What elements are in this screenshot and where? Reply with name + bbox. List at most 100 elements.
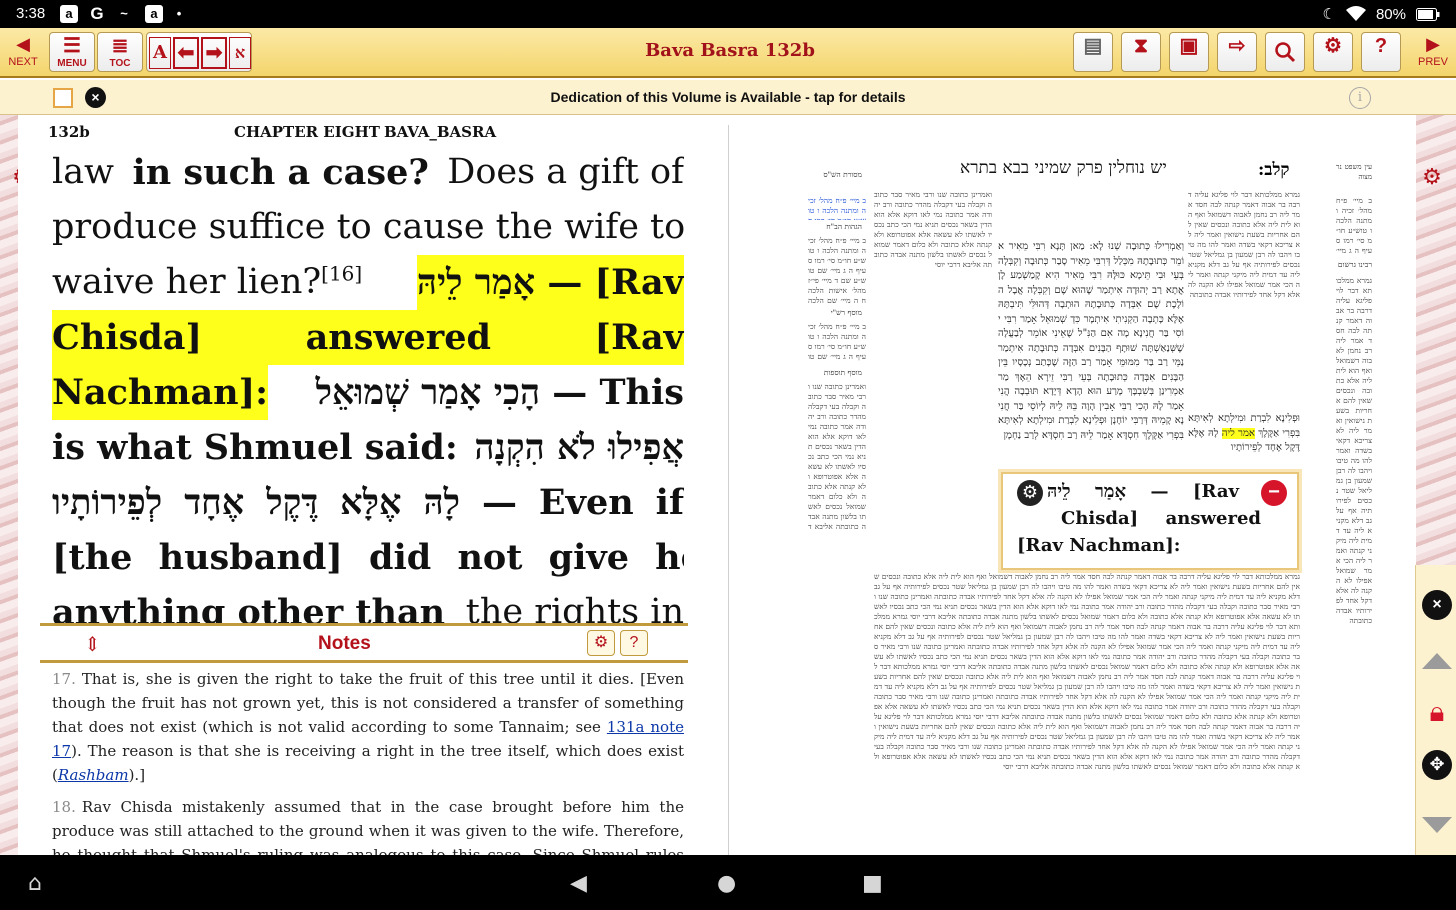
notes-panel[interactable]: 17. That is, she is given the right to ta… [52, 667, 684, 855]
resize-handle-icon[interactable]: ⇕ [84, 632, 101, 656]
dedication-close-button[interactable]: × [85, 87, 106, 108]
text-span-bold: הָכִי אָמַר שְׁמוּאֵל — This [315, 372, 684, 413]
notes-settings-button[interactable]: ⚙ [587, 630, 615, 656]
caret-left-icon: ◀ [16, 34, 30, 54]
popup-settings-button[interactable]: ⚙ [1017, 480, 1043, 506]
lock-button[interactable]: 🔒︎ [1422, 697, 1452, 727]
app-root: 3:38 a G ~ a • ☾ 80% ◀ NEXT ☰ MENU ≣ TOC… [0, 0, 1456, 910]
page-view-icon: ▤ [1083, 35, 1103, 57]
footnote-ref[interactable]: [16] [321, 261, 362, 285]
page-divider [728, 125, 729, 855]
text-line: [the husband] did not give her [52, 530, 684, 585]
info-button[interactable]: i [1349, 87, 1371, 109]
popup-close-button[interactable]: − [1261, 480, 1287, 506]
hebrew-aleph-icon[interactable]: א [229, 37, 251, 69]
move-button[interactable]: ✥ [1422, 750, 1452, 780]
dot-notification-icon: • [176, 6, 182, 21]
text-line-highlighted[interactable]: Chisda] answered [Rav [52, 310, 684, 365]
dedication-text[interactable]: Dedication of this Volume is Available -… [400, 89, 1056, 105]
menu-button[interactable]: ☰ MENU [49, 32, 95, 72]
rashbam-link[interactable]: Rashbam [58, 766, 129, 784]
briefcase-icon: ▣ [1179, 35, 1199, 57]
notes-header: ⇕ Notes ⚙ ? [40, 623, 688, 663]
right-settings-icon[interactable]: ⚙ [1420, 166, 1444, 190]
text-span-bold: אֲפִילוּ לֹא הִקְנָה [474, 427, 684, 468]
margin-column: ב מיי׳ פ״ח מהל׳ זכיה ומתנה הלכה ו טוש״ע … [1336, 196, 1372, 254]
settings-button[interactable]: ⚙ [1313, 32, 1353, 72]
rashi-column: גמרא ממלכותא דבר לוי פליגא עליה דרבה בר … [1188, 190, 1300, 299]
toc-button[interactable]: ≣ TOC [97, 32, 143, 72]
note-number: 18. [52, 798, 76, 816]
margin-text: ב מיי׳ פ״ח מהל׳ זכיה ומתנה הלכה ו טוש״ע … [808, 196, 866, 220]
tosafot-column: ואמרינן כתובה שנו ורבי מאיר סבר כתובה וק… [874, 190, 992, 269]
gear-icon: ⚙ [1021, 482, 1039, 503]
page-view-button[interactable]: ▤ [1073, 32, 1113, 72]
text-line: produce suffice to cause the wife to [52, 200, 684, 255]
recents-icon[interactable]: ■ [862, 871, 883, 896]
text-span-bold: in such a case? [132, 152, 429, 193]
popup-line: [Rav Nachman]: [1017, 535, 1181, 556]
arrow-left-icon[interactable]: ⬅ [173, 37, 199, 69]
font-a-icon[interactable]: A [149, 37, 171, 69]
lock-icon: 🔒︎ [1429, 695, 1445, 728]
system-nav-bar: ⌂ ◀ ● ■ [0, 855, 1456, 910]
rashi-bottom-block: גמרא ממלכותא דבר לוי פליגא עליה דרבה בר … [874, 572, 1300, 852]
move-arrows-icon: ✥ [1429, 754, 1445, 775]
popup-line: אָמַר לֵיהּ — [Rav [1047, 481, 1239, 502]
search-button[interactable] [1265, 32, 1305, 72]
text-line: law in such a case? Does a gift of [52, 145, 684, 200]
close-icon: × [91, 89, 100, 105]
gear-icon: ⚙ [1324, 35, 1342, 57]
margin-heading: מוסף תוספות [823, 368, 862, 377]
gemara-line: רַב בַּר מִמּוּמֵּי אָמַר רַב הַזֶּה שֶׁ… [1012, 357, 1168, 368]
home-icon[interactable]: ● [717, 871, 736, 896]
text-line: לָהּ אֶלָּא דֶּקֶל אֶחָד לְפֵירוֹתָיו — … [52, 475, 684, 530]
close-panel-button[interactable]: × [1422, 590, 1452, 620]
dedication-checkbox[interactable] [53, 88, 73, 108]
highlighted-phrase[interactable]: Nachman]: [52, 365, 269, 420]
gemara-column[interactable]: וְאַמְרִילוּ כְּתוּבָה שְׁנוּ לָא: מַאן … [998, 240, 1184, 472]
hourglass-icon: ⧗ [1133, 35, 1149, 57]
translation-text[interactable]: law in such a case? Does a gift of produ… [52, 145, 684, 623]
margin-column: ב מיי׳ פ״ח מהל׳ זכיה ומתנה הלכה ו טוש״ע … [808, 322, 866, 364]
dedication-bar[interactable]: × Dedication of this Volume is Available… [0, 80, 1456, 115]
scroll-up-button[interactable] [1422, 653, 1452, 669]
battery-icon [1416, 7, 1440, 21]
do-not-disturb-icon: ☾ [1322, 6, 1336, 23]
highlighted-phrase[interactable]: אָמַר לֵיהּ — [Rav [416, 255, 684, 310]
search-icon [1275, 42, 1296, 63]
back-icon[interactable]: ◀ [570, 871, 587, 896]
next-button[interactable]: ◀ NEXT [2, 32, 44, 74]
amazon-notification-icon: a [60, 5, 78, 23]
font-size-controls: A ⬅ ➡ א [146, 32, 252, 72]
hourglass-button[interactable]: ⧗ [1121, 32, 1161, 72]
wifi-icon [1345, 6, 1366, 21]
note-number: 17. [52, 670, 76, 688]
goto-button[interactable]: ⇨ [1217, 32, 1257, 72]
text-span: produce suffice to cause the wife to [52, 207, 684, 247]
amazon-notification-icon-2: a [145, 5, 163, 23]
text-span: law [52, 152, 115, 192]
gemara-column-continued[interactable]: וּפְלִינָא לִבְרַת וּמִילְתָא לְאִיתָּא … [1188, 412, 1300, 472]
text-span-bold: [the husband] did not give her [52, 537, 684, 578]
text-span: waive her lien?[16] [52, 255, 362, 310]
help-button[interactable]: ? [1361, 32, 1401, 72]
note-item: 18. Rav Chisda mistakenly assumed that in… [52, 795, 684, 855]
briefcase-button[interactable]: ▣ [1169, 32, 1209, 72]
caret-right-icon: ▶ [1426, 34, 1440, 54]
note-text: Rav Chisda mistakenly assumed that in th… [52, 798, 684, 855]
translation-page: 132b CHAPTER EIGHT BAVA_BASRA law in suc… [18, 115, 724, 855]
scroll-down-button[interactable] [1422, 817, 1452, 833]
notes-help-button[interactable]: ? [620, 630, 648, 656]
highlighted-word[interactable]: אמר ליה [1221, 427, 1255, 439]
page-header: 132b CHAPTER EIGHT BAVA_BASRA [48, 123, 496, 141]
accessibility-icon[interactable]: ⌂ [28, 871, 42, 896]
page-number: 132b [48, 123, 90, 141]
info-icon: i [1357, 90, 1363, 105]
translation-popup[interactable]: אָמַר לֵיהּ — [Rav Chisda] answered [Rav… [1001, 472, 1299, 570]
main-toolbar: ◀ NEXT ☰ MENU ≣ TOC A ⬅ ➡ א Bava Basra 1… [0, 28, 1456, 78]
arrow-right-icon[interactable]: ➡ [201, 37, 227, 69]
text-span-bold: answered [305, 317, 491, 358]
note-text: That is, she is given the right to take … [52, 670, 684, 736]
prev-button[interactable]: ▶ PREV [1412, 32, 1454, 74]
